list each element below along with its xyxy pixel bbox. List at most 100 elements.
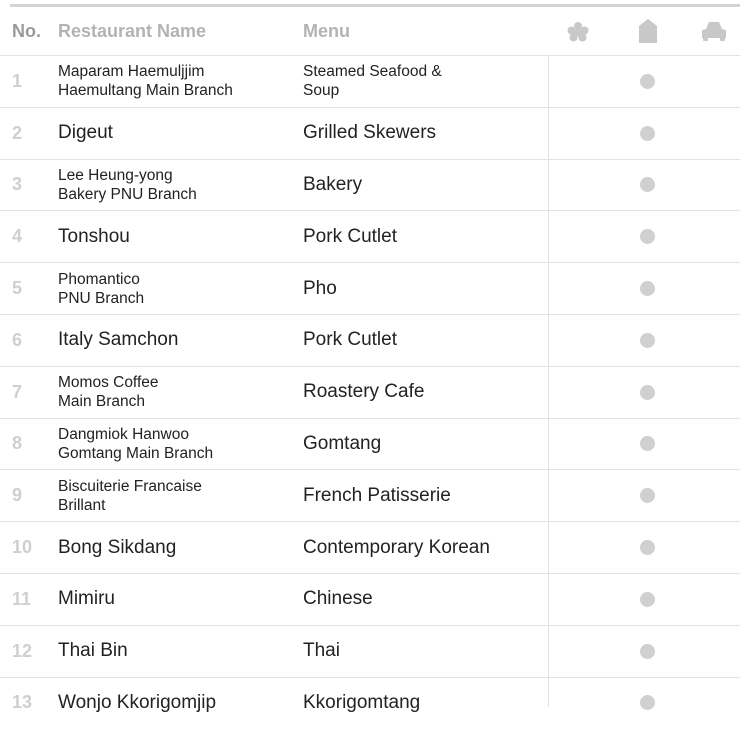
restaurant-name-line: Haemultang Main Branch [58, 82, 233, 100]
row-number: 11 [12, 588, 32, 609]
table-row: 10 Bong Sikdang Contemporary Korean [0, 521, 740, 573]
menu-cell: Grilled Skewers [303, 108, 543, 159]
availability-dot [640, 281, 655, 297]
table-row: 13 Wonjo Kkorigomjip Kkorigomtang [0, 676, 740, 729]
availability-dot [640, 73, 655, 89]
row-number: 3 [12, 174, 23, 195]
availability-dot [640, 125, 655, 141]
menu-cell: Pork Cutlet [303, 211, 543, 262]
menu-line: Thai [303, 640, 340, 662]
restaurant-name-line: Biscuiterie Francaise [58, 477, 202, 495]
menu-line: Gomtang [303, 432, 382, 454]
restaurant-name: Bong Sikdang [58, 522, 298, 573]
menu-line: Kkorigomtang [303, 691, 421, 713]
menu-line: Pork Cutlet [303, 329, 397, 351]
table-row: 7 Momos Coffee Main Branch Roastery Cafe [0, 365, 740, 418]
restaurant-name-line: Lee Heung-yong [58, 166, 173, 184]
menu-cell: Pork Cutlet [303, 315, 543, 366]
menu-line: Grilled Skewers [303, 122, 437, 144]
restaurant-name-line: Mimiru [58, 588, 115, 610]
table-row: 5 Phomantico PNU Branch Pho [0, 262, 740, 314]
row-number: 1 [12, 70, 23, 91]
table-row: 1 Maparam Haemuljjim Haemultang Main Branc… [0, 55, 740, 107]
table-header: No. Restaurant Name Menu [0, 7, 740, 55]
table-body: 1 Maparam Haemuljjim Haemultang Main Branc… [0, 55, 740, 728]
row-number: 2 [12, 122, 23, 143]
menu-line: Roastery Cafe [303, 381, 425, 403]
header-menu: Menu [303, 21, 350, 41]
availability-dot [640, 643, 655, 659]
table-row: 6 Italy Samchon Pork Cutlet [0, 313, 740, 366]
header-restaurant-name: Restaurant Name [58, 21, 207, 41]
restaurant-name: Thai Bin [58, 626, 298, 677]
menu-cell: Gomtang [303, 419, 543, 470]
restaurant-name-line: Momos Coffee [58, 374, 159, 392]
restaurant-name: Maparam Haemuljjim Haemultang Main Branch [58, 56, 298, 107]
availability-dot [640, 695, 655, 711]
row-number: 5 [12, 278, 23, 299]
restaurant-name: Digeut [58, 108, 298, 159]
menu-cell: Chinese [303, 574, 543, 625]
restaurant-name: Wonjo Kkorigomjip [58, 678, 298, 729]
restaurant-name-line: PNU Branch [58, 289, 145, 307]
availability-dot [640, 229, 655, 245]
restaurant-name-line: Italy Samchon [58, 329, 179, 351]
restaurant-name-line: Thai Bin [58, 640, 128, 662]
menu-line: Pork Cutlet [303, 225, 397, 247]
flower-icon [567, 22, 589, 47]
restaurant-name: Italy Samchon [58, 315, 298, 366]
row-number: 8 [12, 433, 23, 454]
availability-dot [640, 591, 655, 607]
menu-cell: Steamed Seafood & Soup [303, 56, 543, 107]
menu-cell: Kkorigomtang [303, 678, 543, 729]
menu-line: Steamed Seafood & [303, 63, 442, 81]
restaurant-name: Phomantico PNU Branch [58, 263, 298, 314]
restaurant-name: Lee Heung-yong Bakery PNU Branch [58, 160, 298, 211]
availability-dot [640, 488, 655, 504]
menu-line: Contemporary Korean [303, 536, 490, 558]
restaurant-table: No. Restaurant Name Menu 1 Maparam Haemu… [0, 0, 740, 734]
row-number: 6 [12, 329, 23, 350]
car-icon [701, 21, 727, 46]
menu-cell: Pho [303, 263, 543, 314]
row-number: 9 [12, 485, 23, 506]
row-number: 4 [12, 226, 23, 247]
table-row: 3 Lee Heung-yong Bakery PNU Branch Bakery [0, 158, 740, 211]
availability-dot [640, 332, 655, 348]
restaurant-name-line: Bakery PNU Branch [58, 185, 197, 203]
restaurant-name-line: Gomtang Main Branch [58, 444, 214, 462]
row-number: 7 [12, 381, 23, 402]
table-row: 2 Digeut Grilled Skewers [0, 106, 740, 159]
row-number: 12 [12, 640, 33, 661]
restaurant-name: Dangmiok Hanwoo Gomtang Main Branch [58, 419, 298, 470]
restaurant-name-line: Main Branch [58, 393, 146, 411]
availability-dot [640, 384, 655, 400]
restaurant-name: Biscuiterie Francaise Brillant [58, 470, 298, 521]
menu-line: Pho [303, 277, 337, 299]
availability-dot [640, 436, 655, 452]
table-row: 9 Biscuiterie Francaise Brillant French Pat… [0, 469, 740, 521]
table-row: 11 Mimiru Chinese [0, 572, 740, 625]
menu-cell: Bakery [303, 160, 543, 211]
row-number: 10 [12, 537, 33, 558]
menu-line: Bakery [303, 173, 363, 195]
header-no: No. [12, 21, 41, 41]
menu-line: Soup [303, 82, 340, 100]
restaurant-name-line: Maparam Haemuljjim [58, 63, 205, 81]
restaurant-name-line: Tonshou [58, 225, 130, 247]
table-row: 4 Tonshou Pork Cutlet [0, 210, 740, 262]
availability-dot [640, 177, 655, 193]
menu-cell: Thai [303, 626, 543, 677]
restaurant-name-line: Bong Sikdang [58, 536, 177, 558]
restaurant-name: Mimiru [58, 574, 298, 625]
restaurant-name: Momos Coffee Main Branch [58, 367, 298, 418]
row-number: 13 [12, 692, 33, 713]
menu-cell: Roastery Cafe [303, 367, 543, 418]
restaurant-name: Tonshou [58, 211, 298, 262]
menu-cell: Contemporary Korean [303, 522, 543, 573]
restaurant-name-line: Dangmiok Hanwoo [58, 425, 189, 443]
restaurant-name-line: Phomantico [58, 270, 140, 288]
restaurant-name-line: Wonjo Kkorigomjip [58, 691, 217, 713]
table-row: 8 Dangmiok Hanwoo Gomtang Main Branch Gomta… [0, 417, 740, 470]
restaurant-name-line: Brillant [58, 496, 106, 514]
